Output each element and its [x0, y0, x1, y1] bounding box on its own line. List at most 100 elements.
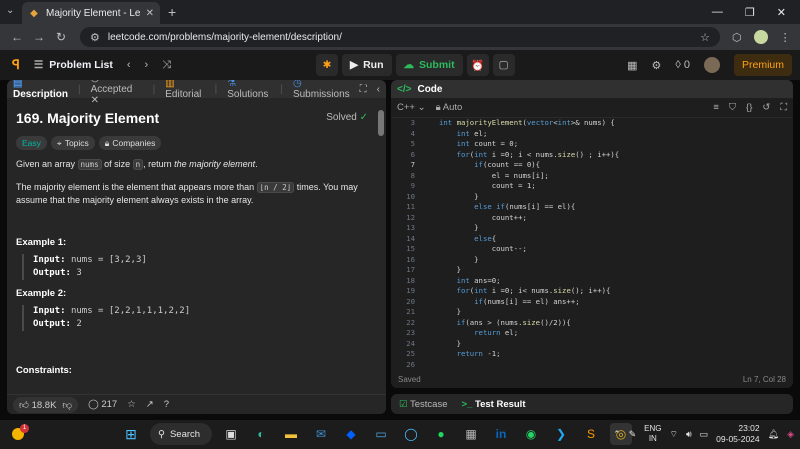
- vscode-icon[interactable]: ❯: [550, 423, 572, 445]
- taskbar-search[interactable]: ⚲ Search: [150, 423, 212, 445]
- linkedin-icon[interactable]: in: [490, 423, 512, 445]
- comments-button[interactable]: ◯ 217: [88, 399, 117, 410]
- browser-tab[interactable]: ◆ Majority Element - LeetCode ✕: [22, 2, 160, 24]
- user-avatar[interactable]: [703, 57, 720, 73]
- run-button[interactable]: ▶ Run: [342, 54, 392, 76]
- code-line[interactable]: 8 el = nums[i];: [391, 171, 549, 182]
- code-line[interactable]: 14 else{: [391, 234, 496, 245]
- notification-bell-icon[interactable]: 🔔︎: [768, 429, 779, 440]
- code-line[interactable]: 25 return -1;: [391, 349, 500, 360]
- description-scrollbar[interactable]: [378, 110, 384, 390]
- new-tab-icon[interactable]: +: [168, 4, 176, 20]
- close-window-icon[interactable]: ✕: [777, 6, 786, 19]
- code-line[interactable]: 17 }: [391, 265, 461, 276]
- code-line[interactable]: 6 for(int i =0; i < nums.size() ; i++){: [391, 150, 620, 161]
- dislike-button[interactable]: 👎︎: [62, 399, 72, 411]
- bookmark-star-icon[interactable]: ☆: [700, 31, 710, 44]
- tab-description[interactable]: ▤ Description: [13, 80, 68, 100]
- battery-icon[interactable]: ▭: [700, 429, 709, 440]
- bookmark-icon[interactable]: ⛉: [729, 102, 736, 113]
- weather-widget[interactable]: 1: [10, 424, 30, 444]
- dropbox-icon[interactable]: ◆: [340, 423, 362, 445]
- braces-icon[interactable]: {}: [746, 102, 752, 113]
- tab-search-icon[interactable]: ⌄: [6, 5, 14, 16]
- tray-chevron-up-icon[interactable]: ⌃: [613, 429, 621, 440]
- autocomplete-toggle[interactable]: 🔒︎ Auto: [436, 102, 463, 113]
- spotify-icon[interactable]: ●: [430, 423, 452, 445]
- code-line[interactable]: 20 if(nums[i] == el) ans++;: [391, 297, 579, 308]
- expand-icon[interactable]: ⛶: [780, 102, 787, 113]
- tab-submissions[interactable]: ◷ Submissions: [293, 80, 350, 100]
- task-view-icon[interactable]: ▣: [220, 423, 242, 445]
- wifi-icon[interactable]: ⌔: [670, 429, 678, 440]
- browser-menu-icon[interactable]: ⋮: [780, 31, 791, 44]
- streak-fire-button[interactable]: ◊ 0: [675, 59, 690, 71]
- app-icon[interactable]: ▭: [370, 423, 392, 445]
- maximize-panel-icon[interactable]: ⛶: [360, 84, 367, 95]
- collapse-panel-icon[interactable]: ‹: [377, 84, 380, 95]
- whatsapp-icon[interactable]: ◉: [520, 423, 542, 445]
- minimize-icon[interactable]: —: [712, 6, 723, 18]
- shuffle-icon[interactable]: ⤨: [162, 59, 171, 72]
- favorite-star-icon[interactable]: ☆: [127, 399, 136, 410]
- settings-gear-icon[interactable]: ⚙: [651, 59, 661, 72]
- scrollbar-thumb[interactable]: [378, 110, 384, 136]
- leetcode-logo-icon[interactable]: ꟼ: [12, 57, 20, 73]
- prev-problem-icon[interactable]: ‹: [127, 59, 131, 72]
- code-line[interactable]: 19 for(int i =0; i< nums.size(); i++){: [391, 286, 610, 297]
- code-line[interactable]: 7 if(count == 0){: [391, 160, 540, 171]
- premium-button[interactable]: Premium: [733, 54, 792, 76]
- code-line[interactable]: 26: [391, 360, 439, 369]
- restore-icon[interactable]: ❐: [745, 6, 755, 19]
- timer-button[interactable]: ⏰: [466, 54, 489, 76]
- help-icon[interactable]: ?: [164, 399, 169, 410]
- code-line[interactable]: 21 }: [391, 307, 461, 318]
- format-icon[interactable]: ≡: [713, 102, 719, 113]
- problem-list-button[interactable]: ☰ Problem List: [34, 59, 113, 71]
- topics-tag[interactable]: ⌖ Topics: [50, 136, 95, 150]
- code-line[interactable]: 22 if(ans > (nums.size()/2)){: [391, 318, 571, 329]
- code-line[interactable]: 11 else if(nums[i] == el){: [391, 202, 575, 213]
- code-line[interactable]: 15 count--;: [391, 244, 527, 255]
- submit-button[interactable]: ☁ Submit: [395, 54, 463, 76]
- code-line[interactable]: 4 int el;: [391, 129, 488, 140]
- code-line[interactable]: 24 }: [391, 339, 461, 350]
- share-icon[interactable]: ↗: [146, 399, 154, 410]
- notes-button[interactable]: ▢: [492, 54, 515, 76]
- forward-icon[interactable]: →: [28, 30, 50, 44]
- code-line[interactable]: 3 int majorityElement(vector<int>& nums) …: [391, 118, 615, 129]
- code-line[interactable]: 23 return el;: [391, 328, 518, 339]
- edge-icon[interactable]: ◐: [250, 423, 272, 445]
- cortana-icon[interactable]: ◯: [400, 423, 422, 445]
- reset-icon[interactable]: ↺: [762, 102, 770, 113]
- code-line[interactable]: 18 int ans=0;: [391, 276, 500, 287]
- mail-icon[interactable]: ✉: [310, 423, 332, 445]
- code-editor[interactable]: 3 int majorityElement(vector<int>& nums) …: [391, 118, 793, 368]
- pen-icon[interactable]: ✎: [629, 429, 637, 440]
- code-line[interactable]: 12 count++;: [391, 213, 527, 224]
- code-line[interactable]: 10 }: [391, 192, 478, 203]
- tab-testcase[interactable]: ☑ Testcase: [399, 399, 448, 410]
- url-field[interactable]: ⚙ leetcode.com/problems/majority-element…: [80, 27, 720, 47]
- tab-test-result[interactable]: >_ Test Result: [462, 399, 526, 410]
- next-problem-icon[interactable]: ›: [145, 59, 149, 72]
- extension-icon[interactable]: ⬡: [732, 31, 742, 44]
- debug-button[interactable]: ✱: [316, 54, 338, 76]
- store-icon[interactable]: ▦: [460, 423, 482, 445]
- layout-icon[interactable]: ▦: [627, 59, 637, 72]
- code-line[interactable]: 9 count = 1;: [391, 181, 536, 192]
- back-icon[interactable]: ←: [6, 30, 28, 44]
- like-button[interactable]: 👍︎ 18.8K: [19, 399, 56, 411]
- tab-solutions[interactable]: ⚗ Solutions: [227, 80, 270, 100]
- code-line[interactable]: 13 }: [391, 223, 478, 234]
- clock[interactable]: 23:02 09-05-2024: [716, 423, 759, 445]
- code-line[interactable]: 16 }: [391, 255, 478, 266]
- language-indicator[interactable]: ENG IN: [644, 424, 661, 444]
- tab-editorial[interactable]: ▥ Editorial: [165, 80, 204, 100]
- profile-avatar[interactable]: [753, 30, 768, 44]
- language-select[interactable]: C++ ⌄: [397, 102, 426, 113]
- site-info-icon[interactable]: ⚙: [90, 31, 100, 44]
- sublime-icon[interactable]: S: [580, 423, 602, 445]
- code-line[interactable]: 5 int count = 0;: [391, 139, 519, 150]
- close-tab-icon[interactable]: ✕: [146, 8, 154, 19]
